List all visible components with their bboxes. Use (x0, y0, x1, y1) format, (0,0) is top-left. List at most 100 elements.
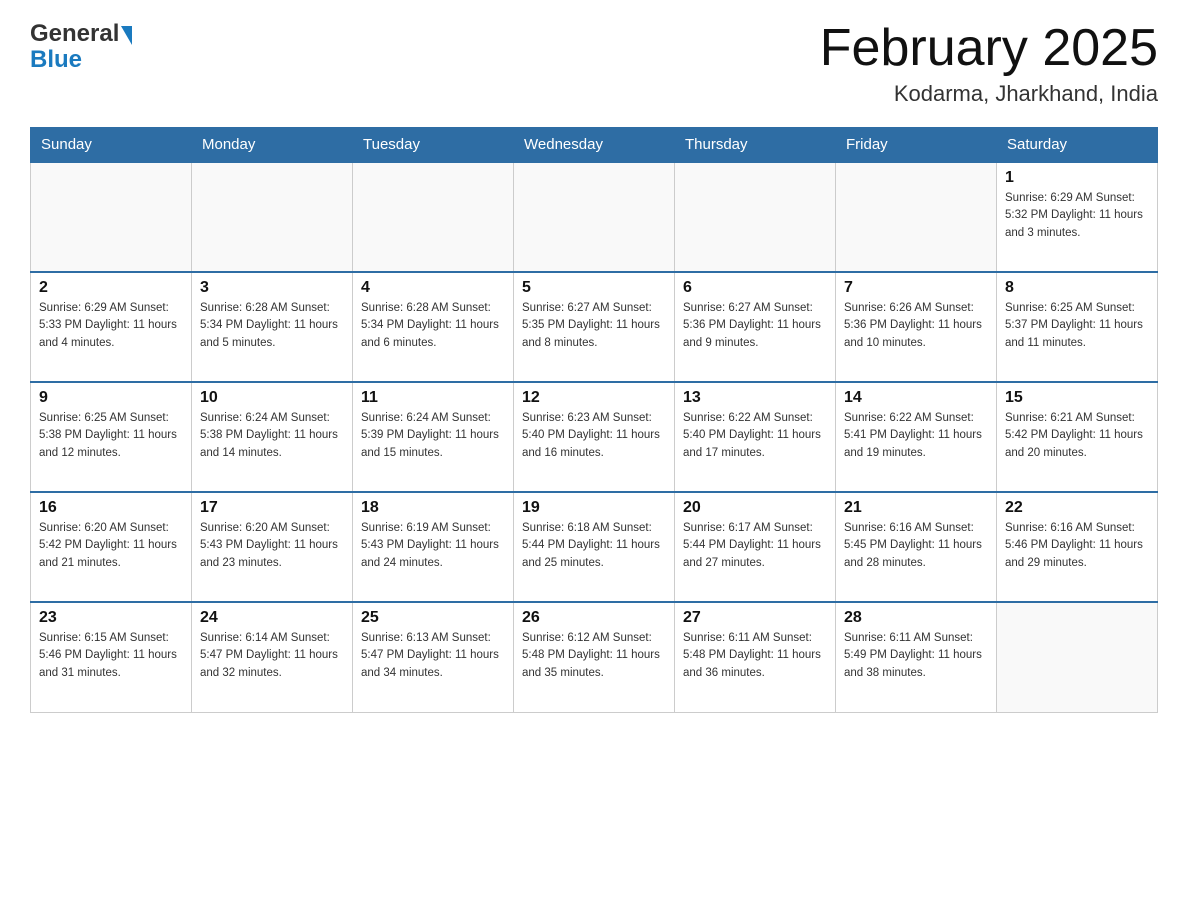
day-info: Sunrise: 6:27 AM Sunset: 5:36 PM Dayligh… (683, 300, 827, 352)
day-number: 6 (683, 279, 827, 297)
day-info: Sunrise: 6:26 AM Sunset: 5:36 PM Dayligh… (844, 300, 988, 352)
calendar-day-cell: 27 Sunrise: 6:11 AM Sunset: 5:48 PM Dayli… (675, 602, 836, 712)
day-of-week-header: Thursday (675, 128, 836, 163)
day-info: Sunrise: 6:12 AM Sunset: 5:48 PM Dayligh… (522, 630, 666, 682)
calendar-day-cell: 24 Sunrise: 6:14 AM Sunset: 5:47 PM Dayli… (192, 602, 353, 712)
day-number: 21 (844, 499, 988, 517)
logo-blue-text: Blue (30, 46, 82, 74)
calendar-day-cell (997, 602, 1158, 712)
calendar-day-cell (31, 162, 192, 272)
calendar-day-cell (836, 162, 997, 272)
calendar-day-cell (675, 162, 836, 272)
calendar-day-cell: 16Sunrise: 6:20 AM Sunset: 5:42 PM Dayli… (31, 492, 192, 602)
day-number: 5 (522, 279, 666, 297)
day-number: 20 (683, 499, 827, 517)
calendar-day-cell: 17 Sunrise: 6:20 AM Sunset: 5:43 PM Dayli… (192, 492, 353, 602)
day-info: Sunrise: 6:20 AM Sunset: 5:43 PM Dayligh… (200, 520, 344, 572)
day-of-week-header: Friday (836, 128, 997, 163)
day-info: Sunrise: 6:14 AM Sunset: 5:47 PM Dayligh… (200, 630, 344, 682)
day-number: 8 (1005, 279, 1149, 297)
day-info: Sunrise: 6:22 AM Sunset: 5:41 PM Dayligh… (844, 410, 988, 462)
day-of-week-header: Sunday (31, 128, 192, 163)
calendar-header-row: SundayMondayTuesdayWednesdayThursdayFrid… (31, 128, 1158, 163)
calendar-day-cell: 11Sunrise: 6:24 AM Sunset: 5:39 PM Dayli… (353, 382, 514, 492)
calendar-day-cell: 19 Sunrise: 6:18 AM Sunset: 5:44 PM Dayli… (514, 492, 675, 602)
calendar-day-cell: 28 Sunrise: 6:11 AM Sunset: 5:49 PM Dayli… (836, 602, 997, 712)
calendar-table: SundayMondayTuesdayWednesdayThursdayFrid… (30, 127, 1158, 713)
calendar-day-cell: 15Sunrise: 6:21 AM Sunset: 5:42 PM Dayli… (997, 382, 1158, 492)
day-number: 3 (200, 279, 344, 297)
day-number: 4 (361, 279, 505, 297)
day-info: Sunrise: 6:15 AM Sunset: 5:46 PM Dayligh… (39, 630, 183, 682)
month-title: February 2025 (820, 20, 1158, 77)
day-number: 24 (200, 609, 344, 627)
day-info: Sunrise: 6:13 AM Sunset: 5:47 PM Dayligh… (361, 630, 505, 682)
day-number: 11 (361, 389, 505, 407)
calendar-day-cell: 12 Sunrise: 6:23 AM Sunset: 5:40 PM Dayli… (514, 382, 675, 492)
calendar-week-row: 23 Sunrise: 6:15 AM Sunset: 5:46 PM Dayli… (31, 602, 1158, 712)
calendar-day-cell (192, 162, 353, 272)
day-number: 27 (683, 609, 827, 627)
calendar-day-cell: 2 Sunrise: 6:29 AM Sunset: 5:33 PM Daylig… (31, 272, 192, 382)
calendar-day-cell: 6 Sunrise: 6:27 AM Sunset: 5:36 PM Daylig… (675, 272, 836, 382)
calendar-day-cell: 21 Sunrise: 6:16 AM Sunset: 5:45 PM Dayli… (836, 492, 997, 602)
logo-arrow-icon (121, 26, 132, 45)
calendar-week-row: 16Sunrise: 6:20 AM Sunset: 5:42 PM Dayli… (31, 492, 1158, 602)
calendar-day-cell: 4 Sunrise: 6:28 AM Sunset: 5:34 PM Daylig… (353, 272, 514, 382)
day-number: 23 (39, 609, 183, 627)
day-number: 10 (200, 389, 344, 407)
calendar-day-cell: 8 Sunrise: 6:25 AM Sunset: 5:37 PM Daylig… (997, 272, 1158, 382)
calendar-day-cell: 25 Sunrise: 6:13 AM Sunset: 5:47 PM Dayli… (353, 602, 514, 712)
day-number: 22 (1005, 499, 1149, 517)
day-number: 14 (844, 389, 988, 407)
calendar-day-cell: 13 Sunrise: 6:22 AM Sunset: 5:40 PM Dayli… (675, 382, 836, 492)
day-number: 17 (200, 499, 344, 517)
day-info: Sunrise: 6:24 AM Sunset: 5:38 PM Dayligh… (200, 410, 344, 462)
day-number: 12 (522, 389, 666, 407)
calendar-day-cell: 14 Sunrise: 6:22 AM Sunset: 5:41 PM Dayli… (836, 382, 997, 492)
day-info: Sunrise: 6:29 AM Sunset: 5:33 PM Dayligh… (39, 300, 183, 352)
day-number: 13 (683, 389, 827, 407)
day-info: Sunrise: 6:11 AM Sunset: 5:49 PM Dayligh… (844, 630, 988, 682)
calendar-week-row: 9Sunrise: 6:25 AM Sunset: 5:38 PM Daylig… (31, 382, 1158, 492)
day-info: Sunrise: 6:28 AM Sunset: 5:34 PM Dayligh… (200, 300, 344, 352)
calendar-day-cell: 5Sunrise: 6:27 AM Sunset: 5:35 PM Daylig… (514, 272, 675, 382)
day-number: 7 (844, 279, 988, 297)
calendar-day-cell: 3 Sunrise: 6:28 AM Sunset: 5:34 PM Daylig… (192, 272, 353, 382)
calendar-day-cell: 23 Sunrise: 6:15 AM Sunset: 5:46 PM Dayli… (31, 602, 192, 712)
day-info: Sunrise: 6:28 AM Sunset: 5:34 PM Dayligh… (361, 300, 505, 352)
day-of-week-header: Saturday (997, 128, 1158, 163)
day-info: Sunrise: 6:25 AM Sunset: 5:38 PM Dayligh… (39, 410, 183, 462)
calendar-week-row: 2 Sunrise: 6:29 AM Sunset: 5:33 PM Daylig… (31, 272, 1158, 382)
day-info: Sunrise: 6:16 AM Sunset: 5:46 PM Dayligh… (1005, 520, 1149, 572)
calendar-day-cell (353, 162, 514, 272)
day-number: 26 (522, 609, 666, 627)
title-section: February 2025 Kodarma, Jharkhand, India (820, 20, 1158, 107)
day-info: Sunrise: 6:19 AM Sunset: 5:43 PM Dayligh… (361, 520, 505, 572)
day-info: Sunrise: 6:23 AM Sunset: 5:40 PM Dayligh… (522, 410, 666, 462)
day-number: 15 (1005, 389, 1149, 407)
day-of-week-header: Tuesday (353, 128, 514, 163)
day-number: 25 (361, 609, 505, 627)
day-info: Sunrise: 6:29 AM Sunset: 5:32 PM Dayligh… (1005, 190, 1149, 242)
location-title: Kodarma, Jharkhand, India (820, 81, 1158, 107)
day-number: 28 (844, 609, 988, 627)
calendar-day-cell: 22 Sunrise: 6:16 AM Sunset: 5:46 PM Dayli… (997, 492, 1158, 602)
day-info: Sunrise: 6:16 AM Sunset: 5:45 PM Dayligh… (844, 520, 988, 572)
day-info: Sunrise: 6:11 AM Sunset: 5:48 PM Dayligh… (683, 630, 827, 682)
day-number: 2 (39, 279, 183, 297)
day-number: 1 (1005, 169, 1149, 187)
calendar-day-cell: 9Sunrise: 6:25 AM Sunset: 5:38 PM Daylig… (31, 382, 192, 492)
day-number: 16 (39, 499, 183, 517)
calendar-day-cell: 20Sunrise: 6:17 AM Sunset: 5:44 PM Dayli… (675, 492, 836, 602)
day-info: Sunrise: 6:25 AM Sunset: 5:37 PM Dayligh… (1005, 300, 1149, 352)
day-number: 19 (522, 499, 666, 517)
day-info: Sunrise: 6:18 AM Sunset: 5:44 PM Dayligh… (522, 520, 666, 572)
calendar-day-cell: 26 Sunrise: 6:12 AM Sunset: 5:48 PM Dayli… (514, 602, 675, 712)
day-number: 18 (361, 499, 505, 517)
logo-general-text: General (30, 20, 119, 48)
calendar-day-cell (514, 162, 675, 272)
calendar-day-cell: 1 Sunrise: 6:29 AM Sunset: 5:32 PM Daylig… (997, 162, 1158, 272)
page-header: General Blue February 2025 Kodarma, Jhar… (30, 20, 1158, 107)
day-info: Sunrise: 6:22 AM Sunset: 5:40 PM Dayligh… (683, 410, 827, 462)
